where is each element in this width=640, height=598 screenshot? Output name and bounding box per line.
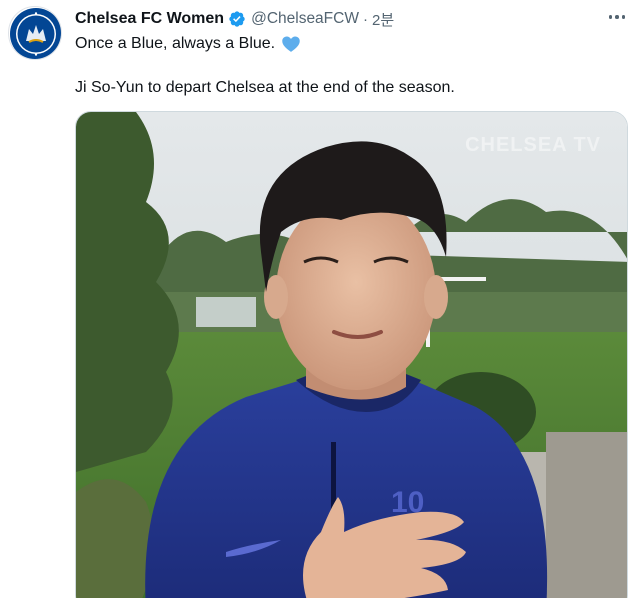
- timestamp[interactable]: 2분: [372, 9, 394, 30]
- tweet-text-line-1: Once a Blue, always a Blue.: [75, 34, 301, 54]
- author-handle[interactable]: @ChelseaFCW: [251, 10, 359, 28]
- author-name[interactable]: Chelsea FC Women: [75, 10, 224, 28]
- tweet-text-2: Ji So-Yun to depart Chelsea at the end o…: [75, 79, 455, 96]
- more-options-icon[interactable]: [604, 6, 630, 28]
- tweet-media-image[interactable]: 10 CHELSEA TV: [75, 111, 628, 598]
- chelsea-crest-icon: [10, 8, 61, 59]
- tweet-header: Chelsea FC Women @ChelseaFCW · 2분: [75, 8, 394, 30]
- tweet[interactable]: Chelsea FC Women @ChelseaFCW · 2분 Once a…: [0, 0, 640, 598]
- blue-heart-icon: [281, 34, 301, 54]
- player-photo: 10: [76, 112, 627, 598]
- avatar[interactable]: [8, 6, 62, 60]
- chelsea-tv-watermark: CHELSEA TV: [465, 134, 601, 156]
- tweet-text-1: Once a Blue, always a Blue.: [75, 35, 276, 52]
- separator-dot: ·: [362, 10, 368, 28]
- verified-icon: [228, 10, 246, 28]
